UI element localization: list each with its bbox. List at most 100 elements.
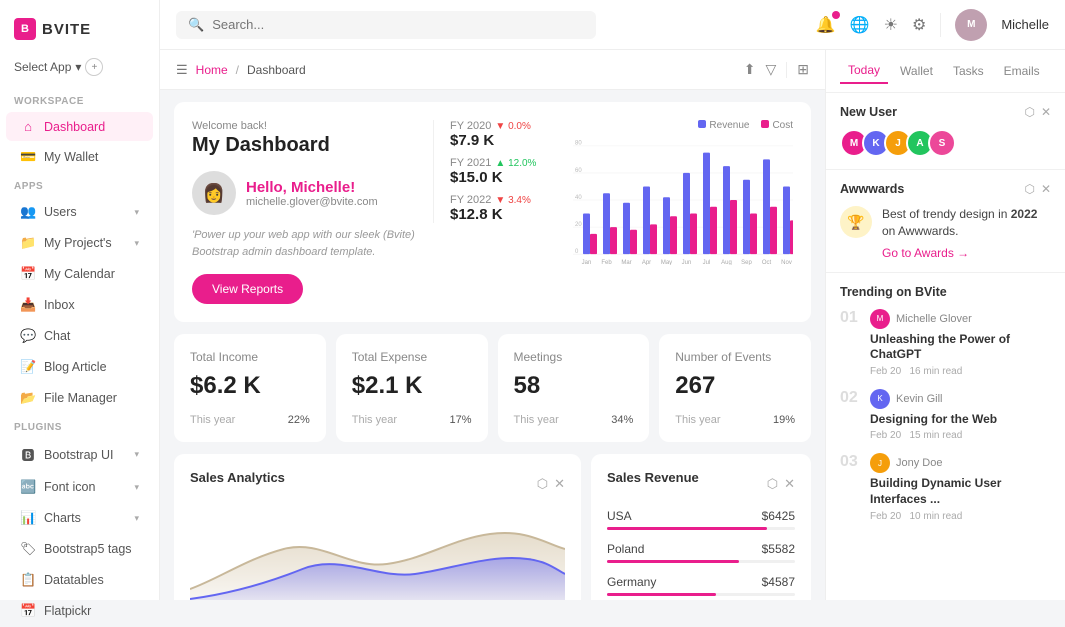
sidebar-toggle-icon[interactable]: ☰ [176,62,188,78]
trending-author-name: Jony Doe [896,457,942,469]
expand-icon-2[interactable]: ⬡ [767,476,778,492]
sidebar-item-icon: 📂 [20,390,36,406]
welcome-title: My Dashboard [192,134,417,157]
revenue-country: Poland [607,542,644,556]
topbar-divider [940,13,941,37]
sidebar-item-mycalendar[interactable]: 📅 My Calendar [6,259,153,289]
search-box[interactable]: 🔍 [176,11,596,39]
sidebar-item-filemanager[interactable]: 📂 File Manager [6,383,153,413]
right-tab-emails[interactable]: Emails [996,59,1048,83]
logo-icon: B [14,18,36,40]
sidebar-item-icon: 📊 [20,510,36,526]
awwwards-link[interactable]: Go to Awards → [882,246,969,260]
sidebar-item-icon: 📥 [20,297,36,313]
search-input[interactable] [212,17,584,32]
user-avatar: M [955,9,987,41]
breadcrumb-home[interactable]: Home [196,63,228,77]
close-icon[interactable]: ✕ [554,476,565,492]
trending-article-title[interactable]: Building Dynamic User Interfaces ... [870,476,1051,507]
expand-icon[interactable]: ⬡ [537,476,548,492]
trending-article-title[interactable]: Designing for the Web [870,412,1051,428]
new-user-expand-icon[interactable]: ⬡ [1024,105,1034,119]
sidebar-item-dashboard[interactable]: ⌂ Dashboard [6,112,153,141]
sidebar-item-fonticon[interactable]: 🔤 Font icon ▾ [6,472,153,502]
right-tab-today[interactable]: Today [840,58,888,84]
revenue-item-2: Germany $4587 [607,575,795,596]
content-area: ☰ Home / Dashboard ⬆ ▽ ⊞ Welcome back! M… [160,50,1065,600]
svg-text:0: 0 [575,248,579,255]
sidebar-item-icon: 👥 [20,204,36,220]
trending-author: J Jony Doe [870,453,1051,473]
stat-period: This year [352,414,397,426]
sidebar-item-bootstrapui[interactable]: 🅱 Bootstrap UI ▾ [6,438,153,471]
sales-revenue-title: Sales Revenue [607,470,699,485]
trending-author-avatar: K [870,389,890,409]
stat-value: $2.1 K [352,372,472,400]
sidebar-item-bootstrap5tags[interactable]: 🏷 Bootstrap5 tags [6,534,153,564]
sidebar-item-arrow: ▾ [134,482,139,493]
revenue-item-0: USA $6425 [607,509,795,530]
theme-icon[interactable]: ☀ [884,15,898,35]
sidebar-item-arrow: ▾ [134,207,139,218]
awwwards-close-icon[interactable]: ✕ [1041,182,1051,196]
new-user-close-icon[interactable]: ✕ [1041,105,1051,119]
revenue-bar-bg [607,560,795,563]
layout-icon[interactable]: ⊞ [797,61,809,78]
sidebar-item-icon: 🏷 [20,541,36,557]
fy-item-1: FY 2021 ▲ 12.0% $15.0 K [450,157,557,186]
stat-footer: This year 17% [352,414,472,426]
awwwards-expand-icon[interactable]: ⬡ [1024,182,1034,196]
stats-row: Total Income $6.2 K This year 22% Total … [174,334,811,442]
topbar: 🔍 🔔 🌐 ☀ ⚙ M Michelle [160,0,1065,50]
trending-article-title[interactable]: Unleashing the Power of ChatGPT [870,332,1051,363]
cost-legend: Cost [761,120,793,131]
close-icon-2[interactable]: ✕ [784,476,795,492]
right-tab-tasks[interactable]: Tasks [945,59,992,83]
new-user-section: New User ⬡ ✕ MKJAS [826,93,1065,170]
sidebar-item-users[interactable]: 👥 Users ▾ [6,197,153,227]
settings-icon[interactable]: ⚙ [912,15,926,35]
sidebar-item-label: Dashboard [44,120,139,134]
sales-area-chart [190,509,565,600]
sidebar-item-inbox[interactable]: 📥 Inbox [6,290,153,320]
sidebar-item-blogarticle[interactable]: 📝 Blog Article [6,352,153,382]
notification-icon[interactable]: 🔔 [816,15,836,35]
view-reports-button[interactable]: View Reports [192,274,303,304]
breadcrumb-current: Dashboard [247,63,306,77]
sidebar-item-arrow: ▾ [134,449,139,460]
sidebar-item-flatpickr[interactable]: 📅 Flatpickr [6,596,153,626]
sidebar-section-label: PLUGINS [0,414,159,437]
bar-chart: 020406080JanFebMarAprMayJunJulAugSepOctN… [573,135,793,265]
sidebar-section-label: APPS [0,173,159,196]
filter-icon[interactable]: ▽ [765,61,776,78]
search-icon: 🔍 [188,17,204,33]
sidebar-item-chat[interactable]: 💬 Chat [6,321,153,351]
chart-legend: Revenue Cost [573,120,793,131]
revenue-bar [607,560,739,563]
sidebar-item-label: Font icon [44,480,126,494]
sidebar-item-datatables[interactable]: 📋 Datatables [6,565,153,595]
add-app-icon[interactable]: + [85,58,103,76]
sidebar-item-mywallet[interactable]: 💳 My Wallet [6,142,153,172]
globe-icon[interactable]: 🌐 [850,15,870,35]
user-name: Michelle [1001,17,1049,32]
sidebar-item-icon: 🔤 [20,479,36,495]
breadcrumb-actions: ⬆ ▽ ⊞ [744,61,809,78]
revenue-amount: $5582 [762,542,795,556]
sidebar-item-icon: 🅱 [20,445,36,464]
sidebar-item-arrow: ▾ [134,238,139,249]
awwwards-icons: ⬡ ✕ [1024,182,1051,196]
sidebar-section-label: WORKSPACE [0,88,159,111]
welcome-card: Welcome back! My Dashboard 👩 Hello, Mich… [174,102,811,322]
stat-card-3: Number of Events 267 This year 19% [659,334,811,442]
sidebar-item-charts[interactable]: 📊 Charts ▾ [6,503,153,533]
select-app[interactable]: Select App ▾ + [0,54,159,88]
upload-icon[interactable]: ⬆ [744,61,756,78]
sidebar-item-icon: 📅 [20,603,36,619]
sidebar-item-label: My Project's [44,236,126,250]
sidebar-item-myprojects[interactable]: 📁 My Project's ▾ [6,228,153,258]
logo-text: BVITE [42,21,91,38]
revenue-bar [607,593,716,596]
right-tab-wallet[interactable]: Wallet [892,59,941,83]
revenue-country: USA [607,509,632,523]
